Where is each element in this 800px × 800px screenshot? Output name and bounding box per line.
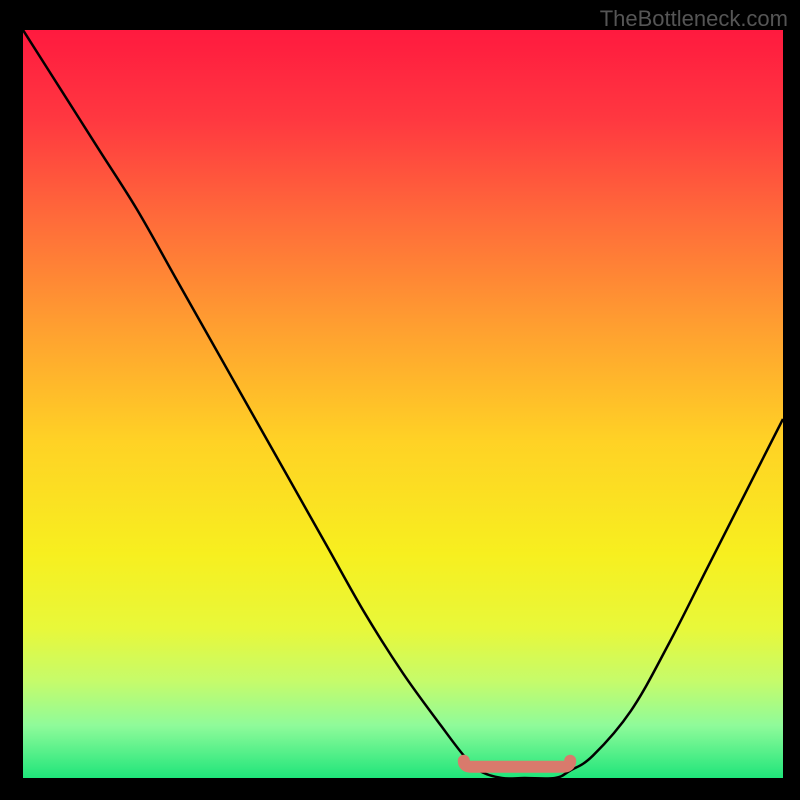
optimal-marker bbox=[23, 30, 783, 778]
attribution-text: TheBottleneck.com bbox=[600, 6, 788, 32]
plot-area bbox=[23, 30, 783, 778]
